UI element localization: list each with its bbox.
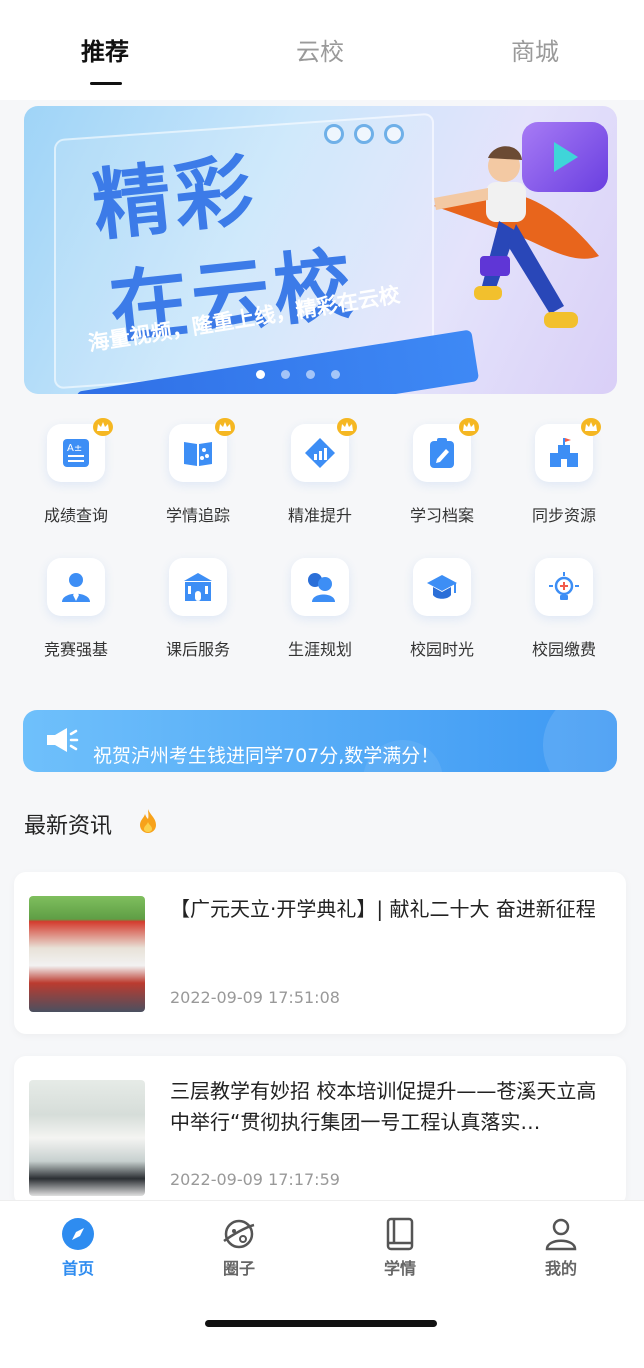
feature-precise-improve[interactable]: 精准提升 (259, 418, 381, 530)
chart-diamond-icon (305, 438, 335, 468)
book-icon (386, 1217, 414, 1251)
tab-label: 首页 (61, 1259, 94, 1278)
feature-competition[interactable]: 竞赛强基 (15, 554, 137, 664)
feature-career-plan[interactable]: 生涯规划 (259, 554, 381, 664)
vip-crown-icon (215, 418, 235, 436)
flying-person-illustration (434, 146, 599, 328)
news-headline: 三层教学有妙招 校本培训促提升——苍溪天立高中举行“贯彻执行集团一号工程认真落实… (170, 1079, 597, 1134)
tab-label: 云校 (296, 38, 344, 66)
news-date: 2022-09-09 17:51:08 (170, 988, 340, 1007)
tab-home[interactable]: 首页 (38, 1217, 118, 1279)
home-indicator[interactable] (205, 1320, 437, 1327)
feature-label: 学情追踪 (165, 506, 230, 525)
lightbulb-icon (549, 572, 579, 600)
tab-label: 圈子 (222, 1259, 255, 1278)
tab-label: 我的 (544, 1259, 577, 1278)
feature-learning-tracking[interactable]: 学情追踪 (137, 418, 259, 530)
school-building-icon (550, 438, 578, 467)
tab-mall[interactable]: 商城 (475, 32, 595, 67)
top-tab-bar: 推荐 云校 商城 (0, 0, 644, 100)
building-icon (184, 573, 212, 601)
vip-crown-icon (93, 418, 113, 436)
users-icon (308, 573, 335, 602)
vip-crown-icon (459, 418, 479, 436)
news-card[interactable]: 三层教学有妙招 校本培训促提升——苍溪天立高中举行“贯彻执行集团一号工程认真落实… (14, 1056, 626, 1206)
feature-score-query[interactable]: A± 成绩查询 (15, 418, 137, 530)
feature-label: 同步资源 (531, 506, 596, 525)
news-card[interactable]: 【广元天立·开学典礼】| 献礼二十大 奋进新征程 2022-09-09 17:5… (14, 872, 626, 1034)
feature-study-archive[interactable]: 学习档案 (381, 418, 503, 530)
person-tie-icon (62, 573, 90, 602)
feature-sync-resources[interactable]: 同步资源 (503, 418, 625, 530)
promo-banner[interactable]: 精彩 在云校 海量视频，隆重上线，精彩在云校 (24, 106, 617, 394)
tab-label: 推荐 (81, 38, 129, 66)
active-tab-underline (90, 82, 122, 85)
megaphone-icon (47, 728, 79, 752)
planet-icon (223, 1219, 255, 1249)
announcement-text: 祝贺泸州考生钱进同学707分,数学满分！ (93, 745, 440, 767)
banner-decor-dots (324, 124, 414, 148)
svg-text:A±: A± (67, 443, 82, 454)
feature-label: 校园缴费 (531, 640, 596, 659)
feature-campus-payment[interactable]: 校园缴费 (503, 554, 625, 664)
feature-label: 生涯规划 (287, 640, 352, 659)
news-headline: 【广元天立·开学典礼】| 献礼二十大 奋进新征程 (170, 897, 596, 921)
news-thumbnail (29, 1080, 145, 1196)
news-thumbnail (29, 896, 145, 1012)
feature-label: 课后服务 (165, 640, 230, 659)
fire-icon (140, 809, 156, 833)
graduation-cap-icon (427, 575, 457, 599)
bottom-tab-bar: 首页 圈子 学情 我的 (0, 1200, 644, 1368)
vip-crown-icon (581, 418, 601, 436)
feature-label: 学习档案 (409, 506, 474, 525)
book-share-icon (184, 442, 212, 466)
news-section-title: 最新资讯 (24, 808, 156, 840)
user-icon (545, 1218, 577, 1251)
tab-label: 商城 (511, 38, 559, 66)
feature-label: 校园时光 (409, 640, 474, 659)
feature-campus-time[interactable]: 校园时光 (381, 554, 503, 664)
tab-circle[interactable]: 圈子 (199, 1217, 279, 1279)
clipboard-pen-icon (430, 438, 454, 468)
banner-pager (256, 364, 356, 383)
tab-recommend[interactable]: 推荐 (45, 32, 165, 85)
feature-label: 成绩查询 (43, 506, 108, 525)
tab-cloud-school[interactable]: 云校 (260, 32, 380, 67)
tab-label: 学情 (383, 1259, 416, 1278)
feature-after-school[interactable]: 课后服务 (137, 554, 259, 664)
report-icon: A± (63, 439, 89, 467)
tab-learning[interactable]: 学情 (360, 1217, 440, 1279)
feature-label: 竞赛强基 (43, 640, 108, 659)
vip-crown-icon (337, 418, 357, 436)
announcement-bar[interactable]: 祝贺泸州考生钱进同学707分,数学满分！ (23, 710, 617, 772)
compass-icon (62, 1218, 94, 1250)
tab-mine[interactable]: 我的 (521, 1217, 601, 1279)
news-date: 2022-09-09 17:17:59 (170, 1170, 340, 1189)
feature-label: 精准提升 (287, 506, 352, 525)
